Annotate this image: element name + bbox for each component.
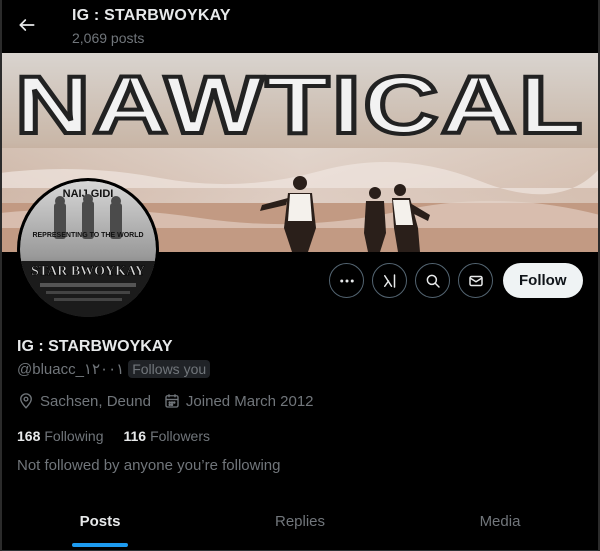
avatar[interactable]: NAIJ GIDI REPRESENTING TO THE WORLD STAR… (17, 178, 159, 320)
following-link[interactable]: 168 Following (17, 428, 104, 444)
grok-icon (383, 273, 395, 288)
profile-meta: Sachsen, Deund Joined March 2012 (17, 392, 326, 410)
handle-row: @bluacc_۱۲۰۰۱ Follows you (17, 360, 211, 378)
more-button[interactable] (329, 263, 364, 298)
header-post-count: 2,069 posts (72, 30, 145, 46)
follow-counts: 168 Following 116 Followers (17, 428, 210, 444)
mutual-followers-note: Not followed by anyone you’re following (17, 457, 281, 474)
top-bar: IG : STARBWOYKAY 2,069 posts (0, 0, 600, 53)
avatar-name-text: STAR BWOYKAY (31, 264, 145, 279)
tab-media[interactable]: Media (400, 493, 600, 550)
calendar-icon (165, 394, 179, 408)
active-tab-indicator (72, 543, 128, 547)
profile-page: IG : STARBWOYKAY 2,069 posts NAWTICAL NA… (0, 0, 600, 551)
following-label: Following (44, 428, 104, 444)
joined-text: Joined March 2012 (185, 392, 314, 410)
tab-replies-label: Replies (274, 513, 326, 530)
followers-link[interactable]: 116 Followers (124, 428, 211, 444)
header-title: IG : STARBWOYKAY (72, 7, 231, 24)
back-button[interactable] (10, 8, 44, 42)
profile-actions: Follow (329, 263, 583, 298)
location-text: Sachsen, Deund (40, 392, 151, 410)
avatar-middle-text: REPRESENTING TO THE WORLD (32, 232, 143, 239)
envelope-icon (468, 275, 483, 286)
search-icon (426, 274, 440, 288)
tab-media-label: Media (479, 513, 521, 530)
message-button[interactable] (458, 263, 493, 298)
followers-count: 116 (123, 428, 147, 444)
follow-button[interactable]: Follow (503, 263, 583, 298)
tab-replies[interactable]: Replies (200, 493, 400, 550)
location-item: Sachsen, Deund (17, 392, 151, 410)
profile-name: IG : STARBWOYKAY (17, 338, 173, 355)
follows-you-badge: Follows you (128, 360, 211, 378)
location-pin-icon (20, 393, 32, 409)
banner-headline: NAWTICAL (15, 60, 585, 151)
following-count: 168 (17, 428, 41, 444)
followers-label: Followers (150, 428, 210, 444)
avatar-image: NAIJ GIDI REPRESENTING TO THE WORLD STAR… (20, 181, 156, 317)
joined-item: Joined March 2012 (163, 392, 314, 410)
tab-posts[interactable]: Posts (0, 493, 200, 550)
more-dots-icon (339, 279, 354, 282)
arrow-left-icon (19, 19, 35, 31)
search-button[interactable] (415, 263, 450, 298)
tab-posts-label: Posts (79, 513, 121, 530)
profile-handle: @bluacc_۱۲۰۰۱ (17, 361, 125, 378)
profile-tabs: Posts Replies Media (0, 493, 600, 551)
grok-button[interactable] (372, 263, 407, 298)
